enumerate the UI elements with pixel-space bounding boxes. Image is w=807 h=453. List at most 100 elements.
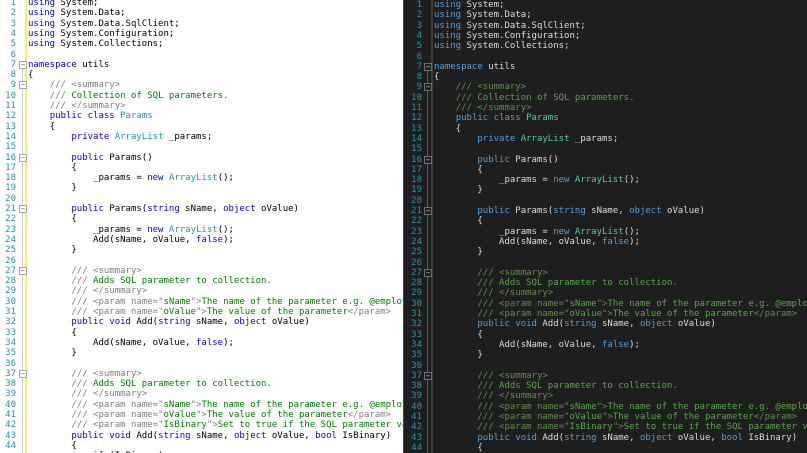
code-line[interactable]: 40 /// <param name="sName">The name of t… [404,402,807,412]
code-line[interactable]: 30 /// <param name="sName">The name of t… [404,299,807,309]
code-line[interactable]: 40 /// <param name="sName">The name of t… [0,400,404,410]
code-line[interactable]: 2 using System.Data; [404,10,807,20]
code-line[interactable]: 5 using System.Collections; [404,41,807,51]
code-line[interactable]: 10 /// Collection of SQL parameters. [404,93,807,103]
code-line[interactable]: 9− /// <summary> [0,80,404,90]
code-line[interactable]: 38 /// Adds SQL parameter to collection. [0,379,404,389]
code-line[interactable]: 44 { [0,441,404,451]
code-line[interactable]: 41 /// <param name="oValue">The value of… [0,410,404,420]
code-line[interactable]: 35 } [404,350,807,360]
code-line[interactable]: 1 using System; [404,0,807,10]
collapse-toggle-icon[interactable]: − [19,266,27,275]
code-line[interactable]: 26 [0,256,404,266]
code-line[interactable]: 3 using System.Data.SqlClient; [404,21,807,31]
code-line[interactable]: 15 [404,144,807,154]
code-line[interactable]: 31 /// <param name="oValue">The value of… [404,309,807,319]
code-line[interactable]: 5 using System.Collections; [0,39,404,49]
collapse-toggle-icon[interactable]: − [424,83,432,92]
code-line[interactable]: 8{ [404,72,807,82]
code-line[interactable]: 15 [0,142,404,152]
code-line[interactable]: 26 [404,258,807,268]
collapse-toggle-icon[interactable]: − [424,62,432,71]
collapse-toggle-icon[interactable]: − [19,60,27,69]
code-line[interactable]: 22 { [404,216,807,226]
code-line[interactable]: 25 } [404,247,807,257]
code-line[interactable]: 20 [404,196,807,206]
code-line[interactable]: 12 public class Params [404,113,807,123]
code-line[interactable]: 17 { [0,163,404,173]
code-line[interactable]: 7− namespace utils [404,62,807,72]
collapse-toggle-icon[interactable]: − [19,369,27,378]
code-line[interactable]: 18 _params = new ArrayList(); [0,173,404,183]
code-line[interactable]: 42 /// <param name="IsBinary">Set to tru… [0,420,404,430]
code-line[interactable]: 42 /// <param name="IsBinary">Set to tru… [404,422,807,432]
code-line[interactable]: 8{ [0,70,404,80]
code-line[interactable]: 27− /// <summary> [404,268,807,278]
code-line[interactable]: 29 /// </summary> [404,288,807,298]
code-line[interactable]: 36 [0,359,404,369]
code-line[interactable]: 33 { [0,328,404,338]
code-line[interactable]: 34 Add(sName, oValue, false); [0,338,404,348]
code-line[interactable]: 37− /// <summary> [404,371,807,381]
code-line[interactable]: 32 public void Add(string sName, object … [404,319,807,329]
code-line[interactable]: 14 private ArrayList _params; [0,132,404,142]
code-line[interactable]: 2 using System.Data; [0,8,404,18]
code-line[interactable]: 33 { [404,330,807,340]
code-line[interactable]: 13 { [404,124,807,134]
code-line[interactable]: 25 } [0,245,404,255]
code-line[interactable]: 22 { [0,214,404,224]
light-theme-editor[interactable]: 1 using System; 2 using System.Data; 3 using … [0,0,404,453]
code-line[interactable]: 41 /// <param name="oValue">The value of… [404,412,807,422]
code-line[interactable]: 37− /// <summary> [0,369,404,379]
code-line[interactable]: 21− public Params(string sName, object o… [0,204,404,214]
code-line[interactable]: 16− public Params() [404,155,807,165]
code-line[interactable]: 39 /// </summary> [0,389,404,399]
code-line[interactable]: 38 /// Adds SQL parameter to collection. [404,381,807,391]
code-line[interactable]: 44 { [404,443,807,453]
code-line[interactable]: 13 { [0,122,404,132]
code-line[interactable]: 3 using System.Data.SqlClient; [0,19,404,29]
code-line[interactable]: 14 private ArrayList _params; [404,134,807,144]
code-line[interactable]: 1 using System; [0,0,404,8]
code-line[interactable]: 30 /// <param name="sName">The name of t… [0,297,404,307]
code-line[interactable]: 12 public class Params [0,111,404,121]
code-line[interactable]: 43 public void Add(string sName, object … [0,431,404,441]
code-line[interactable]: 16− public Params() [0,153,404,163]
code-line[interactable]: 6 [0,50,404,60]
code-line[interactable]: 28 /// Adds SQL parameter to collection. [0,276,404,286]
code-line[interactable]: 35 } [0,348,404,358]
code-line[interactable]: 43 public void Add(string sName, object … [404,433,807,443]
collapse-toggle-icon[interactable]: − [424,207,432,215]
code-line[interactable]: 29 /// </summary> [0,286,404,296]
code-line[interactable]: 11 /// </summary> [0,101,404,111]
code-line[interactable]: 39 /// </summary> [404,391,807,401]
code-line[interactable]: 23 _params = new ArrayList(); [0,225,404,235]
collapse-toggle-icon[interactable]: − [424,268,432,277]
code-line[interactable]: 24 Add(sName, oValue, false); [404,237,807,247]
code-line[interactable]: 19 } [404,185,807,195]
code-line[interactable]: 10 /// Collection of SQL parameters. [0,91,404,101]
code-line[interactable]: 31 /// <param name="oValue">The value of… [0,307,404,317]
code-line[interactable]: 6 [404,52,807,62]
collapse-toggle-icon[interactable]: − [19,205,27,213]
collapse-toggle-icon[interactable]: − [424,155,432,164]
collapse-toggle-icon[interactable]: − [424,371,432,380]
dark-theme-editor[interactable]: 1 using System; 2 using System.Data; 3 using … [404,0,807,453]
collapse-toggle-icon[interactable]: − [19,81,27,90]
code-line[interactable]: 7− namespace utils [0,60,404,70]
code-line[interactable]: 24 Add(sName, oValue, false); [0,235,404,245]
code-line[interactable]: 18 _params = new ArrayList(); [404,175,807,185]
code-line[interactable]: 11 /// </summary> [404,103,807,113]
code-line[interactable]: 36 [404,361,807,371]
code-line[interactable]: 20 [0,194,404,204]
code-line[interactable]: 9− /// <summary> [404,82,807,92]
code-line[interactable]: 32 public void Add(string sName, object … [0,317,404,327]
code-line[interactable]: 28 /// Adds SQL parameter to collection. [404,278,807,288]
collapse-toggle-icon[interactable]: − [19,153,27,162]
code-line[interactable]: 4 using System.Configuration; [404,31,807,41]
code-line[interactable]: 27− /// <summary> [0,266,404,276]
code-line[interactable]: 17 { [404,165,807,175]
code-line[interactable]: 21− public Params(string sName, object o… [404,206,807,216]
code-line[interactable]: 4 using System.Configuration; [0,29,404,39]
code-line[interactable]: 34 Add(sName, oValue, false); [404,340,807,350]
